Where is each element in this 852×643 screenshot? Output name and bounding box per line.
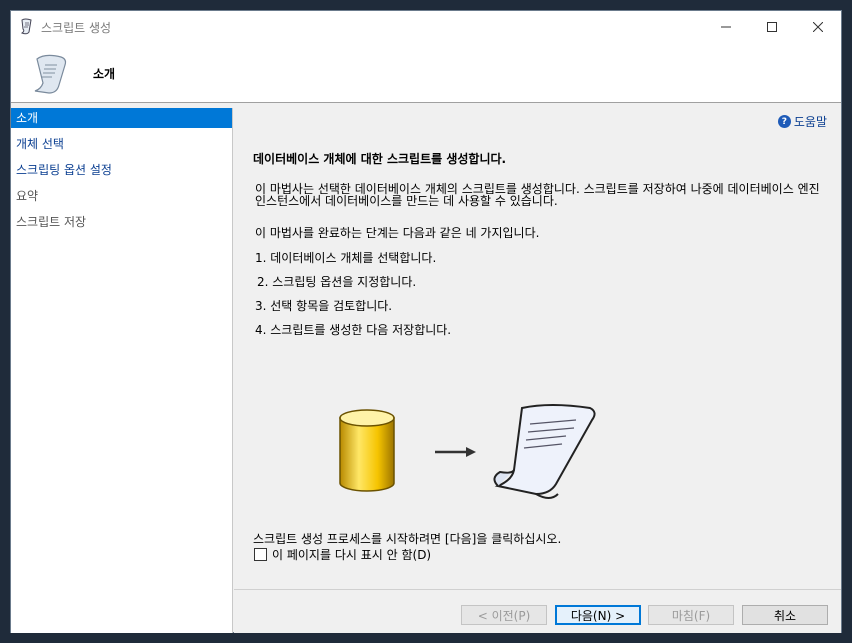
minimize-button[interactable] (703, 11, 749, 43)
step-item: 1. 데이터베이스 개체를 선택합니다. (255, 251, 437, 265)
sidebar-item-select-objects[interactable]: 개체 선택 (11, 134, 232, 154)
sidebar-item-summary: 요약 (16, 189, 39, 203)
script-scroll-icon (493, 404, 596, 499)
dont-show-again-option[interactable]: 이 페이지를 다시 표시 안 함(D) (254, 546, 431, 563)
cancel-button[interactable]: 취소 (742, 605, 828, 625)
database-icon (339, 409, 395, 492)
sidebar-item-save-script: 스크립트 저장 (16, 215, 87, 229)
sidebar-item-intro[interactable]: 소개 (11, 108, 232, 128)
start-instruction: 스크립트 생성 프로세스를 시작하려면 [다음]을 클릭하십시오. (253, 532, 562, 546)
wizard-steps-sidebar: 소개 개체 선택 스크립팅 옵션 설정 요약 스크립트 저장 (11, 108, 233, 633)
close-icon (813, 22, 823, 32)
script-icon (20, 18, 32, 35)
wizard-header: 소개 (11, 43, 841, 103)
help-link[interactable]: ? 도움말 (777, 113, 827, 130)
sidebar-item-scripting-options[interactable]: 스크립팅 옵션 설정 (11, 160, 232, 180)
step-item: 3. 선택 항목을 검토합니다. (255, 299, 393, 313)
next-button[interactable]: 다음(N) > (555, 605, 641, 625)
wizard-footer: < 이전(P) 다음(N) > 마침(F) 취소 (234, 589, 841, 633)
window-title: 스크립트 생성 (41, 21, 112, 35)
arrow-right-icon (435, 447, 476, 457)
dont-show-again-checkbox[interactable] (254, 548, 267, 561)
dont-show-again-label[interactable]: 이 페이지를 다시 표시 안 함(D) (272, 546, 431, 563)
wizard-window: 스크립트 생성 소개 소개 개체 선택 스크립팅 옵션 설정 요약 스크립트 저… (10, 10, 842, 633)
help-icon: ? (777, 115, 791, 128)
script-scroll-icon (34, 54, 67, 94)
minimize-icon (721, 26, 731, 28)
steps-intro: 이 마법사를 완료하는 단계는 다음과 같은 네 가지입니다. (255, 226, 540, 240)
close-button[interactable] (795, 11, 841, 43)
step-item: 4. 스크립트를 생성한 다음 저장합니다. (255, 323, 452, 337)
step-item: 2. 스크립팅 옵션을 지정합니다. (257, 275, 417, 289)
intro-paragraph: 이 마법사는 선택한 데이터베이스 개체의 스크립트를 생성합니다. 스크립트를… (255, 182, 820, 208)
page-title: 소개 (93, 67, 116, 81)
title-bar: 스크립트 생성 (11, 11, 841, 43)
help-label: 도움말 (793, 115, 827, 129)
finish-button[interactable]: 마침(F) (648, 605, 734, 625)
wizard-content: ? 도움말 데이터베이스 개체에 대한 스크립트를 생성합니다. 이 마법사는 … (234, 103, 841, 589)
maximize-icon (767, 22, 777, 32)
content-heading: 데이터베이스 개체에 대한 스크립트를 생성합니다. (253, 152, 507, 166)
previous-button[interactable]: < 이전(P) (461, 605, 547, 625)
wizard-illustration (339, 404, 596, 499)
maximize-button[interactable] (749, 11, 795, 43)
